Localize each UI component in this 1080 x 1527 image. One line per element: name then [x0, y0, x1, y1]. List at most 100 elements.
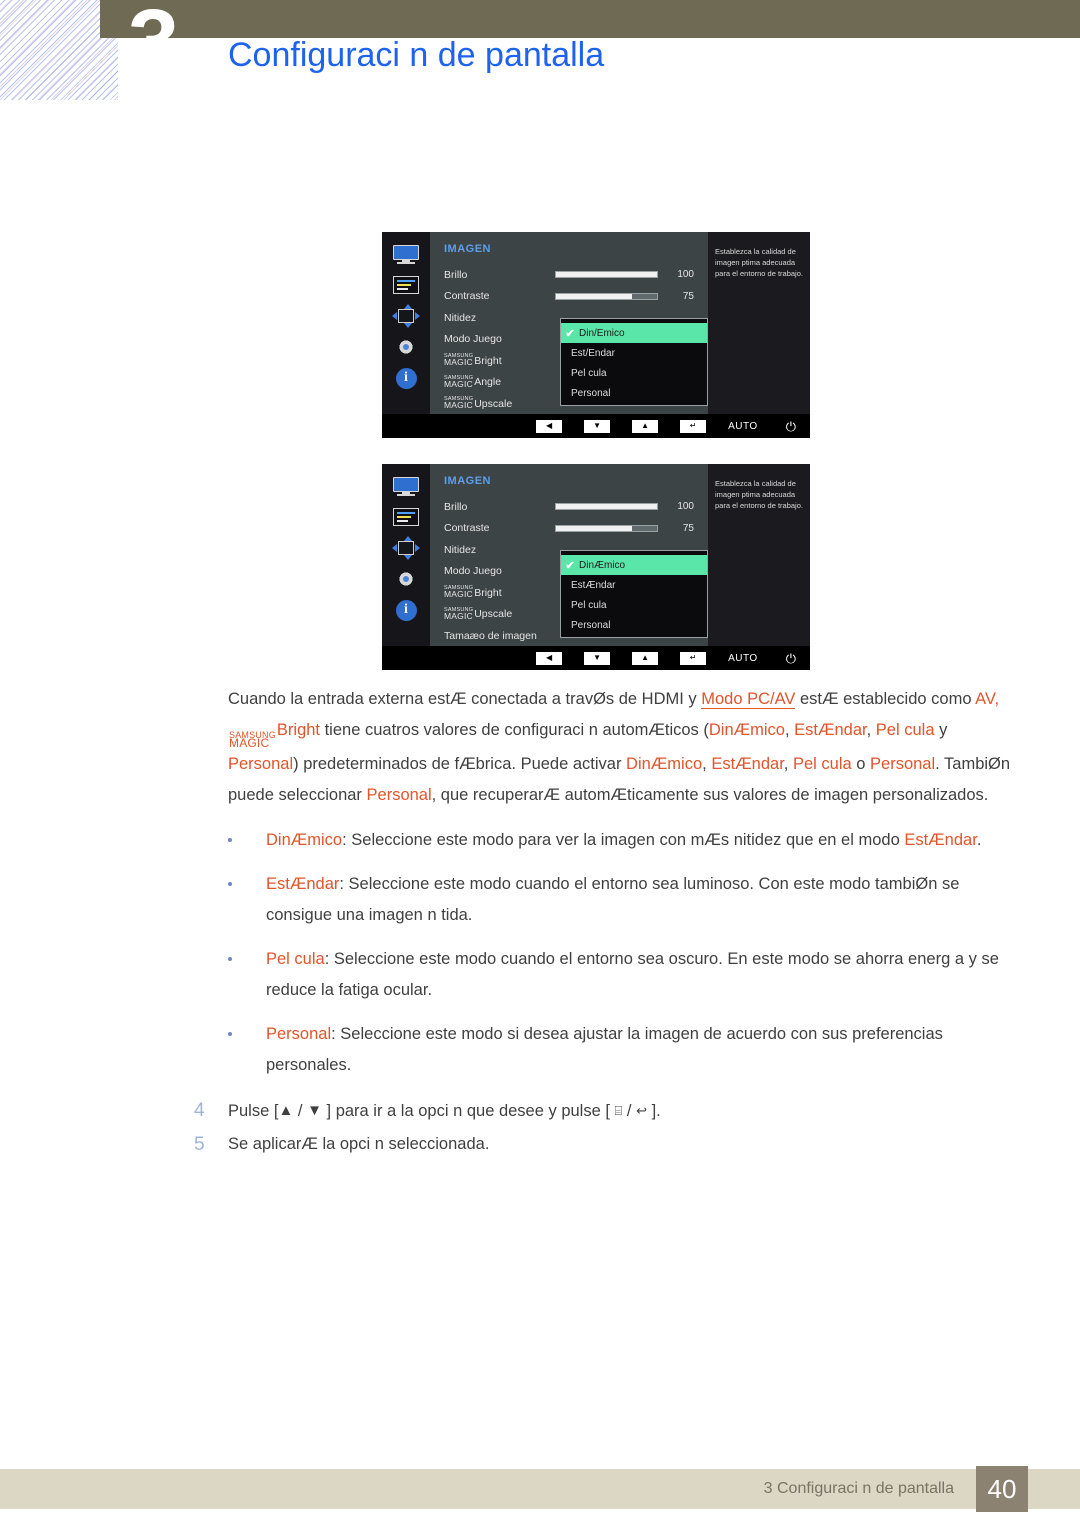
dropdown-option-label: Pel cula	[571, 599, 607, 611]
check-icon: ✔	[565, 559, 575, 572]
samsung-magic-logo: SAMSUNG MAGIC	[444, 586, 473, 599]
brillo-slider[interactable]	[555, 503, 659, 511]
osd-body: i IMAGEN Brillo 100 Contraste 75 Nitidez	[382, 232, 810, 414]
mode-description-list: DinÆmico: Seleccione este modo para ver …	[0, 825, 1080, 1081]
option-dinamico: DinÆmico	[626, 755, 703, 774]
left-arrow-button[interactable]: ◀	[536, 419, 563, 433]
info-icon[interactable]: i	[391, 366, 421, 390]
para-seg: o	[851, 755, 871, 774]
step-text: /	[293, 1102, 308, 1121]
link-modo-pc-av[interactable]: Modo PC/AV	[701, 690, 796, 709]
option-estandar: EstÆndar	[794, 721, 867, 739]
auto-button[interactable]: AUTO	[728, 653, 758, 664]
magicbright-dropdown[interactable]: ✔ DinÆmico EstÆndar Pel cula Personal	[560, 550, 708, 638]
dropdown-option-label: DinÆmico	[579, 559, 626, 571]
bullet-text: : Seleccione este modo para ver la image…	[342, 831, 905, 850]
left-arrow-button[interactable]: ◀	[536, 651, 563, 665]
down-arrow-button[interactable]: ▼	[584, 651, 611, 665]
osd-screenshot-2: i IMAGEN Brillo 100 Contraste 75 Nitidez	[382, 464, 810, 670]
para-seg: ,	[866, 721, 876, 739]
brillo-value: 100	[677, 269, 694, 281]
position-icon[interactable]	[391, 536, 421, 560]
bullet-text-2: .	[976, 831, 982, 850]
para-seg: y	[934, 721, 948, 739]
up-arrow-button[interactable]: ▲	[632, 651, 659, 665]
osd-row-brillo[interactable]: Brillo 100	[444, 264, 694, 286]
contraste-value: 75	[682, 522, 694, 534]
samsung-magic-logo: SAMSUNG MAGIC	[444, 607, 473, 621]
intro-paragraph: Cuando la entrada externa estÆ conectada…	[0, 684, 1018, 811]
osd-help-text: Establezca la calidad de imagen ptima ad…	[708, 464, 810, 646]
list-item: EstÆndar: Seleccione este modo cuando el…	[0, 869, 1026, 931]
enter-button[interactable]: ↵	[680, 419, 707, 433]
osd-label: Nitidez	[444, 311, 477, 324]
option-personal: Personal	[366, 786, 432, 805]
dropdown-option-dinamico[interactable]: ✔ DinÆmico	[561, 555, 707, 575]
auto-button[interactable]: AUTO	[728, 421, 758, 432]
osd-label: Contraste	[444, 522, 490, 535]
dropdown-option-estandar[interactable]: EstÆndar	[561, 575, 707, 595]
dropdown-option-dinamico[interactable]: ✔ Din/Emico	[561, 323, 707, 343]
bullet-term: EstÆndar	[266, 875, 340, 894]
dropdown-option-personal[interactable]: Personal	[561, 383, 707, 403]
osd-menu-title: IMAGEN	[444, 475, 491, 487]
magic-prefix-bottom: MAGIC	[444, 589, 473, 600]
osd-row-contraste[interactable]: Contraste 75	[444, 286, 694, 308]
step-text: Se aplicarÆ la opci n seleccionada.	[228, 1135, 490, 1154]
step-text: /	[622, 1102, 637, 1121]
info-icon[interactable]: i	[391, 598, 421, 622]
contraste-slider[interactable]	[555, 292, 659, 300]
color-icon[interactable]	[391, 505, 421, 529]
power-icon[interactable]: ⏻	[786, 420, 796, 433]
para-seg: , que recuperarÆ automÆticamente sus val…	[431, 786, 989, 805]
power-icon[interactable]: ⏻	[786, 652, 796, 665]
procedure-steps: 4 Pulse [▲ / ▼ ] para ir a la opci n que …	[0, 1094, 1080, 1161]
down-arrow-button[interactable]: ▼	[584, 419, 611, 433]
osd-control-bar: ◀ ▼ ▲ ↵ AUTO ⏻	[382, 646, 810, 670]
magicbright-dropdown[interactable]: ✔ Din/Emico Est/Endar Pel cula Personal	[560, 318, 708, 406]
dropdown-option-label: Pel cula	[571, 367, 607, 379]
color-icon[interactable]	[391, 273, 421, 297]
dropdown-option-pelicula[interactable]: Pel cula	[561, 363, 707, 383]
bullet-text: : Seleccione este modo cuando el entorno…	[266, 875, 960, 925]
magic-prefix-bottom: MAGIC	[444, 610, 473, 621]
osd-row-brillo[interactable]: Brillo 100	[444, 496, 694, 518]
header-band	[100, 0, 1080, 38]
gear-icon[interactable]	[391, 567, 421, 591]
option-pelicula: Pel cula	[792, 755, 852, 774]
up-arrow-button[interactable]: ▲	[632, 419, 659, 433]
bullet-term: DinÆmico	[266, 831, 343, 850]
monitor-icon[interactable]	[391, 242, 421, 266]
magic-prefix-bottom: MAGIC	[444, 357, 473, 368]
dropdown-option-estandar[interactable]: Est/Endar	[561, 343, 707, 363]
position-icon[interactable]	[391, 304, 421, 328]
brillo-slider[interactable]	[555, 271, 659, 279]
list-item: DinÆmico: Seleccione este modo para ver …	[0, 825, 1026, 856]
osd-label: Nitidez	[444, 543, 477, 556]
para-seg: estÆ establecido como	[795, 690, 976, 708]
osd-label: Brillo	[444, 268, 468, 281]
osd-row-contraste[interactable]: Contraste 75	[444, 518, 694, 540]
step-text: ] para ir a la opci n que desee y pulse …	[321, 1102, 615, 1121]
step-text: Pulse [	[228, 1102, 279, 1121]
option-estandar: EstÆndar	[711, 755, 784, 774]
magic-prefix-bottom: MAGIC	[229, 736, 270, 751]
para-seg: ) predeterminados de fÆbrica. Puede acti…	[293, 755, 627, 774]
gear-icon[interactable]	[391, 335, 421, 359]
page-number: 40	[976, 1466, 1028, 1512]
para-seg: ,	[784, 721, 795, 739]
option-personal: Personal	[228, 755, 294, 774]
dropdown-option-label: Est/Endar	[571, 347, 615, 359]
dropdown-option-personal[interactable]: Personal	[561, 615, 707, 635]
osd-label: Bright	[474, 354, 502, 367]
dropdown-option-pelicula[interactable]: Pel cula	[561, 595, 707, 615]
contraste-slider[interactable]	[555, 524, 659, 532]
step-number: 5	[194, 1134, 205, 1156]
enter-button[interactable]: ↵	[680, 651, 707, 665]
osd-body: i IMAGEN Brillo 100 Contraste 75 Nitidez	[382, 464, 810, 646]
monitor-icon[interactable]	[391, 474, 421, 498]
samsung-magic-logo: SAMSUNG MAGIC	[444, 354, 473, 367]
option-personal: Personal	[870, 755, 936, 774]
osd-label: Modo Juego	[444, 565, 502, 578]
para-seg: Cuando la entrada externa estÆ conectada…	[228, 690, 702, 708]
